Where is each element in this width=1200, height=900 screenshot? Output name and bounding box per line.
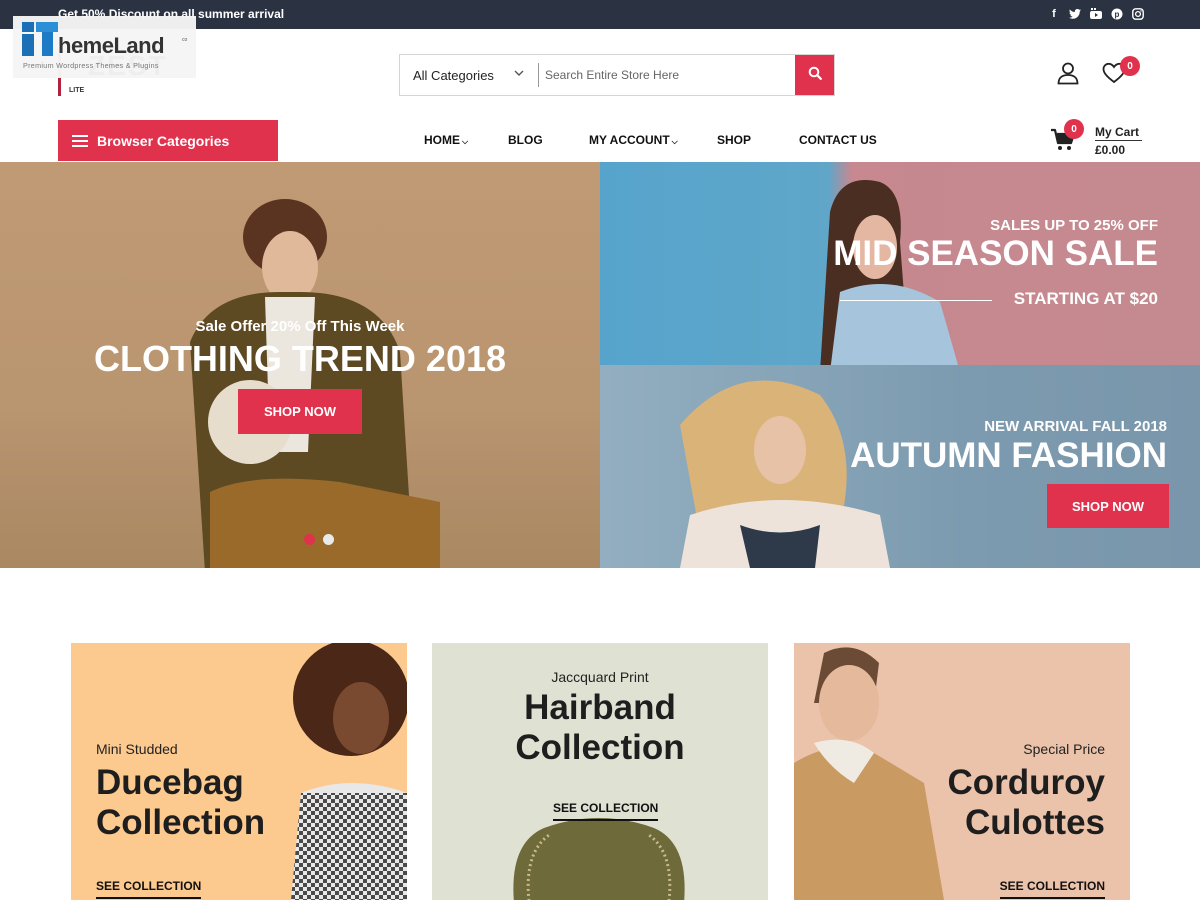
collection-title: Hairband Collection xyxy=(515,688,685,767)
nav-item-shop[interactable]: SHOP xyxy=(717,133,751,147)
see-collection-link[interactable]: SEE COLLECTION xyxy=(999,879,1105,899)
pinterest-icon[interactable]: p xyxy=(1111,7,1123,21)
banner-title: MID SEASON SALE xyxy=(833,234,1158,273)
collection-title: Ducebag Collection xyxy=(96,763,266,842)
my-cart-link[interactable]: My Cart xyxy=(1095,125,1142,141)
watermark-tagline: Premium Wordpress Themes & Plugins xyxy=(23,61,159,70)
collection-model-image xyxy=(794,647,944,900)
cart-count-badge: 0 xyxy=(1064,119,1084,139)
collection-card-corduroy[interactable]: Special Price Corduroy Culottes SEE COLL… xyxy=(794,643,1130,900)
category-select-value: All Categories xyxy=(413,67,494,83)
wishlist-count-badge: 0 xyxy=(1120,56,1140,76)
banner-shop-now-button[interactable]: SHOP NOW xyxy=(1047,484,1169,528)
browse-categories-button[interactable]: Browser Categories xyxy=(58,120,278,161)
logo-badge: LITE xyxy=(69,87,85,94)
hero-shop-now-button[interactable]: SHOP NOW xyxy=(238,389,362,434)
nav-item-label: BLOG xyxy=(508,133,543,147)
banner-title: AUTUMN FASHION xyxy=(850,436,1167,475)
see-collection-link[interactable]: SEE COLLECTION xyxy=(96,879,202,899)
collection-subtitle: Mini Studded xyxy=(96,741,178,757)
slider-dot-active[interactable] xyxy=(304,534,315,545)
nav-item-home[interactable]: HOME ⌵ xyxy=(424,133,468,147)
see-collection-link[interactable]: SEE COLLECTION xyxy=(553,801,659,821)
chevron-down-icon xyxy=(514,68,524,79)
collection-subtitle: Special Price xyxy=(1023,741,1105,757)
svg-text:p: p xyxy=(1115,10,1120,19)
twitter-icon[interactable] xyxy=(1069,7,1081,21)
facebook-icon[interactable]: f xyxy=(1048,7,1060,21)
nav-item-label: MY ACCOUNT xyxy=(589,133,670,147)
youtube-icon[interactable] xyxy=(1090,7,1102,21)
search-input[interactable] xyxy=(539,55,795,95)
search-icon xyxy=(808,66,822,85)
banner-subtitle: SALES UP TO 25% OFF xyxy=(990,217,1158,234)
category-select[interactable]: All Categories xyxy=(400,55,538,95)
collection-model-image xyxy=(291,643,407,900)
nav-item-label: HOME xyxy=(424,133,460,147)
nav-item-blog[interactable]: BLOG xyxy=(508,133,543,147)
banner-divider-line xyxy=(840,300,992,301)
collection-product-image xyxy=(513,818,685,900)
watermark-suffix: co xyxy=(182,37,188,43)
collection-title: Corduroy Culottes xyxy=(947,763,1106,842)
chevron-down-icon: ⌵ xyxy=(462,137,469,146)
cart-total: £0.00 xyxy=(1095,143,1126,157)
hero-subtitle: Sale Offer 20% Off This Week xyxy=(195,318,405,335)
watermark-overlay: hemeLand co Premium Wordpress Themes & P… xyxy=(13,16,196,78)
banner-subtitle: NEW ARRIVAL FALL 2018 xyxy=(984,418,1167,435)
hero-slider: Sale Offer 20% Off This Week CLOTHING TR… xyxy=(0,162,600,568)
hamburger-menu-icon xyxy=(72,134,88,147)
collection-subtitle: Jaccquard Print xyxy=(551,669,649,685)
slider-dots xyxy=(304,534,334,545)
watermark-logo-icon xyxy=(22,22,58,56)
nav-item-contact-us[interactable]: CONTACT US xyxy=(799,133,877,147)
promo-banner-mid-season[interactable]: SALES UP TO 25% OFF MID SEASON SALE STAR… xyxy=(600,162,1200,365)
banner-tagline: STARTING AT $20 xyxy=(1013,289,1158,308)
social-links: f p xyxy=(1048,7,1144,21)
account-user-icon[interactable] xyxy=(1056,61,1080,85)
nav-item-label: CONTACT US xyxy=(799,133,877,147)
slider-dot[interactable] xyxy=(323,534,334,545)
search-bar: All Categories xyxy=(399,54,835,96)
search-button[interactable] xyxy=(795,55,834,95)
promo-banner-autumn-fashion: NEW ARRIVAL FALL 2018 AUTUMN FASHION SHO… xyxy=(600,365,1200,568)
chevron-down-icon: ⌵ xyxy=(671,137,678,146)
instagram-icon[interactable] xyxy=(1132,7,1144,21)
nav-item-label: SHOP xyxy=(717,133,752,147)
nav-item-my-account[interactable]: MY ACCOUNT ⌵ xyxy=(589,133,678,147)
collection-card-hairband[interactable]: Jaccquard Print Hairband Collection SEE … xyxy=(432,643,768,900)
collection-card-ducebag[interactable]: Mini Studded Ducebag Collection SEE COLL… xyxy=(71,643,407,900)
browse-categories-label: Browser Categories xyxy=(97,132,230,149)
hero-title: CLOTHING TREND 2018 xyxy=(93,338,507,379)
watermark-brand: hemeLand xyxy=(58,33,165,58)
